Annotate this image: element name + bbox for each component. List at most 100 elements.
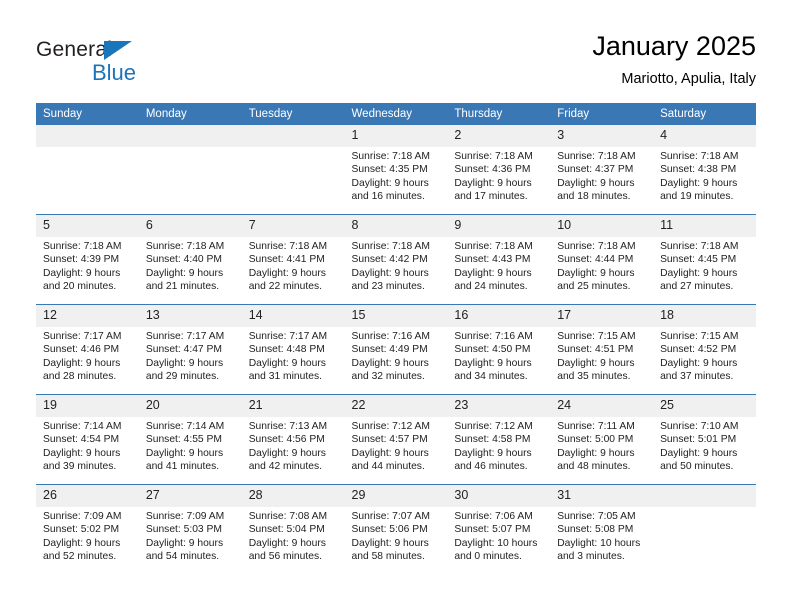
daylight-text-line1: Daylight: 9 hours xyxy=(43,267,121,279)
calendar-day-cell[interactable]: 10 Sunrise: 7:18 AM Sunset: 4:44 PM Dayligh… xyxy=(550,214,654,305)
calendar-day-cell[interactable]: 11 Sunrise: 7:18 AM Sunset: 4:45 PM Dayligh… xyxy=(653,214,756,305)
daylight-text-line1: Daylight: 9 hours xyxy=(351,357,429,369)
title-block: January 2025 Mariotto, Apulia, Italy xyxy=(592,30,756,89)
calendar-day-cell[interactable]: 15 Sunrise: 7:16 AM Sunset: 4:49 PM Dayligh… xyxy=(344,304,448,395)
daylight-text-line2: and 39 minutes. xyxy=(43,460,117,472)
sunset-text: Sunset: 4:50 PM xyxy=(454,344,531,356)
calendar-day-cell[interactable]: 3 Sunrise: 7:18 AM Sunset: 4:37 PM Daylight… xyxy=(550,125,654,215)
daylight-text-line1: Daylight: 10 hours xyxy=(557,537,641,549)
sunset-text: Sunset: 5:03 PM xyxy=(145,524,222,536)
daylight-text-line1: Daylight: 9 hours xyxy=(145,357,224,369)
daylight-text-line2: and 21 minutes. xyxy=(145,280,220,292)
calendar-day-cell[interactable]: 5 Sunrise: 7:18 AM Sunset: 4:39 PM Daylight… xyxy=(36,214,139,305)
daylight-text-line1: Daylight: 10 hours xyxy=(454,537,538,549)
calendar-day-cell[interactable]: 16 Sunrise: 7:16 AM Sunset: 4:50 PM Dayligh… xyxy=(447,304,551,395)
sunrise-text: Sunrise: 7:09 AM xyxy=(43,511,122,522)
calendar-day-cell[interactable]: 24 Sunrise: 7:11 AM Sunset: 5:00 PM Dayligh… xyxy=(550,394,654,485)
calendar-week-row: 19 Sunrise: 7:14 AM Sunset: 4:54 PM Dayligh… xyxy=(36,394,756,485)
daylight-text-line1: Daylight: 9 hours xyxy=(557,267,635,279)
calendar-day-cell[interactable]: 2 Sunrise: 7:18 AM Sunset: 4:36 PM Daylight… xyxy=(447,125,551,215)
calendar-day-cell[interactable]: 6 Sunrise: 7:18 AM Sunset: 4:40 PM Daylight… xyxy=(138,214,242,305)
sunrise-text: Sunrise: 7:07 AM xyxy=(351,511,430,522)
day-number: 31 xyxy=(550,485,654,507)
day-number: 18 xyxy=(653,305,756,327)
daylight-text-line2: and 54 minutes. xyxy=(145,550,220,562)
day-details: Sunrise: 7:15 AM Sunset: 4:52 PM Daylight:… xyxy=(653,327,756,383)
calendar-day-cell[interactable]: 25 Sunrise: 7:10 AM Sunset: 5:01 PM Dayligh… xyxy=(653,394,756,485)
sunrise-text: Sunrise: 7:14 AM xyxy=(43,421,122,432)
sunrise-text: Sunrise: 7:11 AM xyxy=(557,421,635,432)
day-details: Sunrise: 7:18 AM Sunset: 4:40 PM Daylight:… xyxy=(139,237,242,293)
day-details: Sunrise: 7:15 AM Sunset: 4:51 PM Daylight:… xyxy=(550,327,653,383)
daylight-text-line1: Daylight: 9 hours xyxy=(43,357,121,369)
daylight-text-line1: Daylight: 9 hours xyxy=(660,177,738,189)
day-number: 1 xyxy=(344,125,448,147)
calendar-day-cell[interactable]: 1 Sunrise: 7:18 AM Sunset: 4:35 PM Daylight… xyxy=(344,125,448,215)
sunrise-text: Sunrise: 7:13 AM xyxy=(248,421,328,432)
logo-triangle-icon xyxy=(104,41,132,60)
sunrise-text: Sunrise: 7:12 AM xyxy=(454,421,533,432)
daylight-text-line1: Daylight: 9 hours xyxy=(351,177,429,189)
sunrise-text: Sunrise: 7:18 AM xyxy=(248,241,328,252)
calendar-day-cell[interactable]: 17 Sunrise: 7:15 AM Sunset: 4:51 PM Dayligh… xyxy=(550,304,654,395)
day-details: Sunrise: 7:09 AM Sunset: 5:02 PM Daylight:… xyxy=(36,507,139,563)
calendar-day-cell[interactable]: 19 Sunrise: 7:14 AM Sunset: 4:54 PM Dayligh… xyxy=(36,394,139,485)
daylight-text-line2: and 32 minutes. xyxy=(351,370,425,382)
day-number: 16 xyxy=(447,305,551,327)
day-number: 25 xyxy=(653,395,756,417)
sunrise-text: Sunrise: 7:09 AM xyxy=(145,511,225,522)
calendar-day-cell[interactable]: 31 Sunrise: 7:05 AM Sunset: 5:08 PM Dayligh… xyxy=(550,484,654,574)
sunset-text: Sunset: 4:41 PM xyxy=(248,254,325,266)
daylight-text-line2: and 48 minutes. xyxy=(557,460,631,472)
calendar-day-cell[interactable]: 14 Sunrise: 7:17 AM Sunset: 4:48 PM Dayligh… xyxy=(241,304,345,395)
calendar-day-cell[interactable]: 23 Sunrise: 7:12 AM Sunset: 4:58 PM Dayligh… xyxy=(447,394,551,485)
calendar-day-cell[interactable]: 27 Sunrise: 7:09 AM Sunset: 5:03 PM Dayligh… xyxy=(138,484,242,574)
sunset-text: Sunset: 4:48 PM xyxy=(248,344,325,356)
calendar-day-cell[interactable]: 13 Sunrise: 7:17 AM Sunset: 4:47 PM Dayligh… xyxy=(138,304,242,395)
daylight-text-line2: and 42 minutes. xyxy=(248,460,322,472)
day-number: 23 xyxy=(447,395,551,417)
daylight-text-line2: and 24 minutes. xyxy=(454,280,528,292)
sunrise-text: Sunrise: 7:18 AM xyxy=(660,241,739,252)
calendar-day-cell[interactable]: 12 Sunrise: 7:17 AM Sunset: 4:46 PM Dayligh… xyxy=(36,304,139,395)
calendar-day-cell[interactable]: 26 Sunrise: 7:09 AM Sunset: 5:02 PM Dayligh… xyxy=(36,484,139,574)
calendar-day-cell[interactable]: 7 Sunrise: 7:18 AM Sunset: 4:41 PM Daylight… xyxy=(241,214,345,305)
day-details: Sunrise: 7:18 AM Sunset: 4:36 PM Daylight:… xyxy=(447,147,550,203)
calendar-day-cell[interactable]: 30 Sunrise: 7:06 AM Sunset: 5:07 PM Dayligh… xyxy=(447,484,551,574)
daylight-text-line1: Daylight: 9 hours xyxy=(454,447,532,459)
calendar-day-cell[interactable]: 21 Sunrise: 7:13 AM Sunset: 4:56 PM Dayligh… xyxy=(241,394,345,485)
calendar-day-cell[interactable]: 4 Sunrise: 7:18 AM Sunset: 4:38 PM Daylight… xyxy=(653,125,756,215)
sunset-text: Sunset: 4:35 PM xyxy=(351,164,428,176)
sunrise-text: Sunrise: 7:18 AM xyxy=(43,241,122,252)
daylight-text-line2: and 27 minutes. xyxy=(660,280,734,292)
day-number: 15 xyxy=(344,305,448,327)
calendar-day-cell[interactable]: 8 Sunrise: 7:18 AM Sunset: 4:42 PM Daylight… xyxy=(344,214,448,305)
calendar-day-cell[interactable]: 29 Sunrise: 7:07 AM Sunset: 5:06 PM Dayligh… xyxy=(344,484,448,574)
day-details: Sunrise: 7:16 AM Sunset: 4:49 PM Daylight:… xyxy=(345,327,448,383)
day-details: Sunrise: 7:18 AM Sunset: 4:44 PM Daylight:… xyxy=(550,237,653,293)
day-details: Sunrise: 7:17 AM Sunset: 4:47 PM Daylight:… xyxy=(139,327,242,383)
daylight-text-line1: Daylight: 9 hours xyxy=(454,267,532,279)
day-details: Sunrise: 7:17 AM Sunset: 4:48 PM Daylight:… xyxy=(242,327,345,383)
daylight-text-line1: Daylight: 9 hours xyxy=(660,447,738,459)
sunset-text: Sunset: 4:40 PM xyxy=(145,254,222,266)
calendar-day-cell[interactable]: 22 Sunrise: 7:12 AM Sunset: 4:57 PM Dayligh… xyxy=(344,394,448,485)
calendar-day-cell[interactable]: 20 Sunrise: 7:14 AM Sunset: 4:55 PM Dayligh… xyxy=(138,394,242,485)
sunrise-text: Sunrise: 7:05 AM xyxy=(557,511,636,522)
calendar-day-cell[interactable]: 9 Sunrise: 7:18 AM Sunset: 4:43 PM Daylight… xyxy=(447,214,551,305)
calendar-grid: Sunday Monday Tuesday Wednesday Thursday… xyxy=(36,103,756,574)
calendar-week-row: 12 Sunrise: 7:17 AM Sunset: 4:46 PM Dayligh… xyxy=(36,304,756,395)
daylight-text-line1: Daylight: 9 hours xyxy=(145,267,224,279)
sunset-text: Sunset: 4:38 PM xyxy=(660,164,737,176)
day-number xyxy=(653,485,756,507)
calendar-day-cell[interactable]: 28 Sunrise: 7:08 AM Sunset: 5:04 PM Dayligh… xyxy=(241,484,345,574)
sunset-text: Sunset: 4:56 PM xyxy=(248,434,325,446)
daylight-text-line1: Daylight: 9 hours xyxy=(145,447,224,459)
day-number: 7 xyxy=(241,215,345,237)
day-number xyxy=(241,125,345,147)
sunset-text: Sunset: 4:49 PM xyxy=(351,344,428,356)
calendar-day-cell[interactable]: 18 Sunrise: 7:15 AM Sunset: 4:52 PM Dayligh… xyxy=(653,304,756,395)
sunrise-text: Sunrise: 7:18 AM xyxy=(145,241,225,252)
daylight-text-line2: and 18 minutes. xyxy=(557,190,631,202)
sunset-text: Sunset: 5:07 PM xyxy=(454,524,531,536)
